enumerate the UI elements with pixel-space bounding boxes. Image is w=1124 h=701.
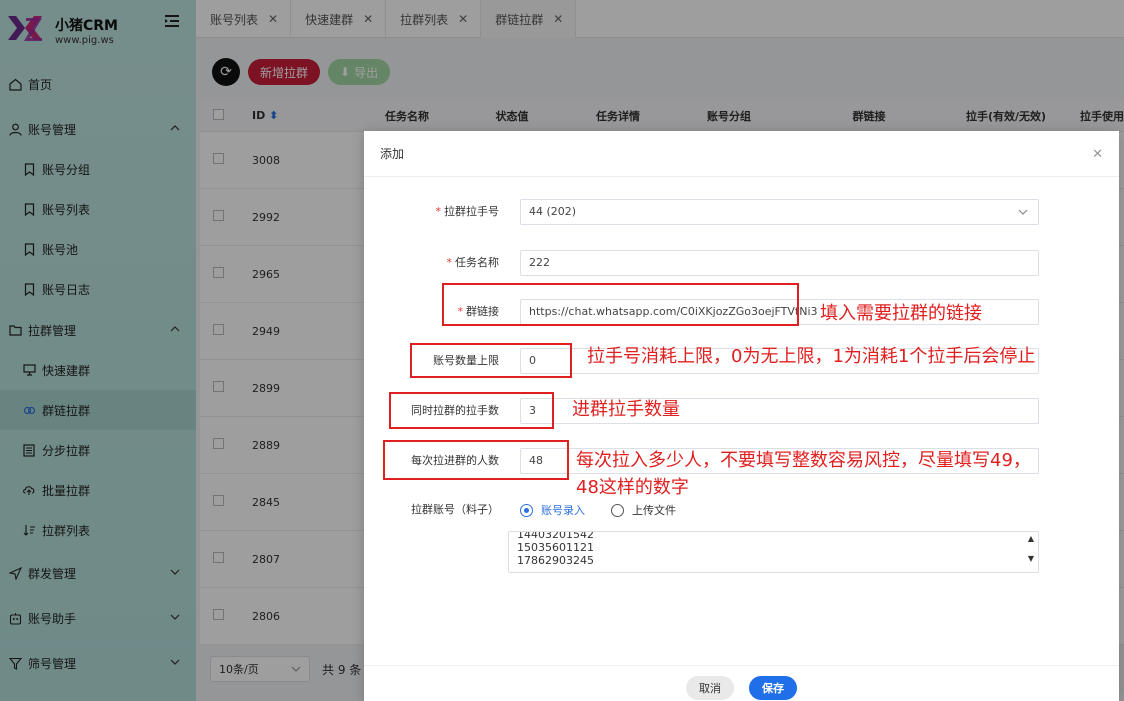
dialog-header: 添加 ✕ <box>364 131 1119 177</box>
source-label: 拉群账号（料子） <box>411 503 499 516</box>
chevron-down-icon <box>1018 209 1028 215</box>
annotation-box-account-limit <box>410 343 572 378</box>
radio-dot <box>520 503 533 517</box>
annotation-box-per-pull <box>383 440 569 480</box>
radio-dot <box>611 503 624 517</box>
annotation-account-limit: 拉手号消耗上限，0为无上限，1为消耗1个拉手后会停止 <box>587 346 1036 367</box>
annotation-per-pull-line2: 48这样的数字 <box>576 477 689 498</box>
cancel-button[interactable]: 取消 <box>686 676 734 700</box>
save-button[interactable]: 保存 <box>749 676 797 700</box>
annotation-group-link: 填入需要拉群的链接 <box>820 303 982 324</box>
source-radio-group: 账号录入 上传文件 <box>520 497 702 523</box>
dialog-title: 添加 <box>380 147 405 161</box>
task-name-row: * 任务名称 222 <box>364 250 1119 276</box>
accounts-textarea[interactable]: 14403201542 15035601121 17862903245 ▲ ▼ <box>508 531 1039 573</box>
annotation-box-simultaneous <box>389 392 554 429</box>
dialog-footer: 取消 保存 <box>364 665 1119 701</box>
puller-label: * 拉群拉手号 <box>435 205 500 218</box>
radio-manual-entry[interactable]: 账号录入 <box>520 502 585 518</box>
textarea-line: 15035601121 <box>517 541 594 554</box>
annotation-simultaneous: 进群拉手数量 <box>572 399 680 420</box>
annotation-per-pull-line1: 每次拉入多少人，不要填写整数容易风控，尽量填写49， <box>576 450 1031 471</box>
source-row: 拉群账号（料子） 账号录入 上传文件 <box>364 497 1119 523</box>
puller-row: * 拉群拉手号 44 (202) <box>364 199 1119 225</box>
puller-select[interactable]: 44 (202) <box>520 199 1039 225</box>
task-name-input[interactable]: 222 <box>520 250 1039 276</box>
radio-upload-file[interactable]: 上传文件 <box>611 502 676 518</box>
textarea-scrollbar[interactable]: ▲ ▼ <box>1026 534 1036 572</box>
puller-value: 44 (202) <box>529 205 577 218</box>
task-name-label: * 任务名称 <box>446 256 500 269</box>
annotation-box-group-link <box>442 283 799 326</box>
close-icon[interactable]: ✕ <box>1092 147 1103 162</box>
textarea-line: 14403201542 <box>517 531 594 541</box>
textarea-line: 17862903245 <box>517 554 594 567</box>
